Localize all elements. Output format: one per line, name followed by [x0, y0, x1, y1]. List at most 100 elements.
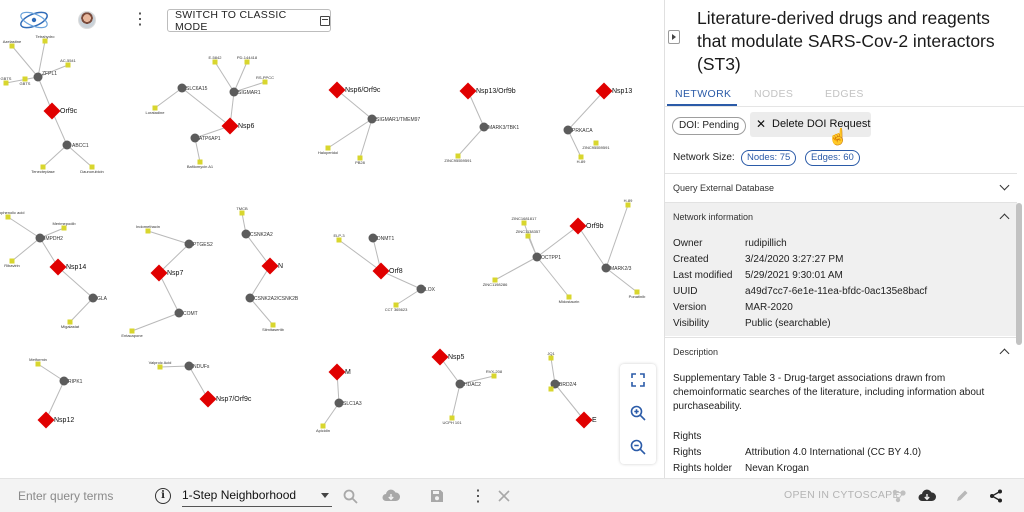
target-node[interactable] [569, 217, 587, 235]
drug-node[interactable] [548, 386, 554, 392]
graph-edge[interactable] [154, 87, 183, 109]
graph-edge[interactable] [336, 89, 373, 120]
target-node[interactable] [431, 348, 449, 366]
drug-node-label: Mycophenolic acid [0, 210, 24, 215]
target-node[interactable] [459, 82, 477, 100]
protein-node-label: CSNK2A2 [250, 232, 273, 238]
drug-node[interactable] [35, 361, 41, 367]
drug-node[interactable] [61, 225, 67, 231]
fit-screen-icon[interactable] [628, 370, 648, 390]
network-canvas[interactable]: Azelastine Tetrahydro AC-5541 GBTS ZFPL1 Orf9… [0, 0, 664, 478]
drug-node[interactable] [3, 80, 9, 86]
drug-node[interactable] [336, 237, 342, 243]
target-node[interactable] [328, 363, 346, 381]
cytoscape-icon[interactable] [890, 487, 908, 505]
description-header[interactable]: Description [665, 337, 1017, 365]
tab-edges[interactable]: EDGES [825, 88, 864, 100]
graph-edge[interactable] [451, 383, 461, 419]
graph-edge[interactable] [233, 61, 248, 93]
query-external-database-header[interactable]: Query External Database [665, 173, 1017, 201]
graph-edge[interactable] [554, 383, 585, 421]
target-node[interactable] [328, 81, 346, 99]
protein-node[interactable] [62, 140, 72, 150]
target-node[interactable] [37, 411, 55, 429]
graph-edge[interactable] [536, 225, 579, 258]
share-icon[interactable] [987, 487, 1005, 505]
graph-edge[interactable] [42, 144, 68, 168]
graph-edge[interactable] [45, 380, 65, 421]
drug-node[interactable] [65, 62, 71, 68]
tab-network[interactable]: NETWORK [675, 88, 731, 100]
drug-node[interactable] [145, 228, 151, 234]
target-node[interactable] [372, 262, 390, 280]
graph-edge[interactable] [158, 272, 180, 314]
cloud-download-icon[interactable] [918, 487, 936, 505]
cloud-download-icon[interactable] [382, 487, 400, 505]
target-node[interactable] [43, 102, 61, 120]
graph-edge[interactable] [457, 126, 485, 157]
neighborhood-select[interactable]: 1-Step Neighborhood [182, 485, 332, 507]
drug-node-label: Midostaurin [559, 299, 580, 304]
target-node[interactable] [49, 258, 67, 276]
graph-edge[interactable] [536, 256, 570, 298]
delete-doi-request-button[interactable]: ✕ Delete DOI Request [750, 112, 871, 137]
graph-edge[interactable] [249, 297, 274, 326]
more-vert-icon[interactable]: ⋮ [469, 487, 487, 505]
more-vert-icon[interactable]: ⋮ [132, 10, 148, 30]
nodes-count-chip[interactable]: Nodes: 75 [741, 150, 797, 166]
network-graph[interactable]: AzelastineTetrahydroAC-5541GBTSZFPL1Orf9… [0, 0, 664, 478]
graph-edge[interactable] [7, 216, 41, 239]
protein-node-label: DNMT1 [377, 236, 394, 242]
drug-node[interactable] [9, 43, 15, 49]
target-node[interactable] [199, 390, 217, 408]
graph-edge[interactable] [57, 266, 94, 299]
graph-edge[interactable] [577, 225, 607, 269]
network-information-header[interactable]: Network information [665, 202, 1017, 230]
graph-edge[interactable] [327, 118, 373, 149]
zoom-out-icon[interactable] [628, 437, 648, 457]
edges-count-chip[interactable]: Edges: 60 [805, 150, 860, 166]
graph-edge[interactable] [158, 243, 190, 274]
query-input[interactable] [18, 486, 142, 506]
target-node[interactable] [575, 411, 593, 429]
edit-icon[interactable] [953, 487, 971, 505]
graph-edge[interactable] [37, 363, 65, 382]
collapse-panel-button[interactable] [668, 30, 680, 44]
target-node-label: Orf9c [60, 108, 78, 115]
open-in-cytoscape-button[interactable]: OPEN IN CYTOSCAPE [784, 489, 900, 501]
graph-edge[interactable] [11, 237, 41, 262]
drug-node[interactable] [625, 202, 631, 208]
close-icon[interactable] [495, 487, 513, 505]
graph-edge[interactable] [69, 297, 94, 323]
save-icon[interactable] [428, 487, 446, 505]
drug-node[interactable] [157, 364, 163, 370]
target-node[interactable] [221, 117, 239, 135]
ndex-logo-icon[interactable] [14, 8, 54, 32]
graph-edge[interactable] [147, 230, 190, 245]
graph-edge[interactable] [567, 90, 605, 131]
graph-edge[interactable] [605, 204, 629, 269]
zoom-in-icon[interactable] [628, 403, 648, 423]
search-icon[interactable] [341, 487, 359, 505]
graph-edge[interactable] [131, 312, 180, 332]
graph-edge[interactable] [494, 256, 538, 281]
drug-node[interactable] [212, 59, 218, 65]
drug-node[interactable] [244, 59, 250, 65]
target-node[interactable] [261, 257, 279, 275]
user-avatar[interactable] [78, 11, 96, 29]
graph-edge[interactable] [359, 118, 373, 159]
info-icon[interactable]: i [155, 488, 171, 504]
drug-node[interactable] [525, 233, 531, 239]
drug-node[interactable] [491, 373, 497, 379]
graph-edge[interactable] [214, 61, 235, 93]
graph-edge[interactable] [11, 45, 39, 78]
drug-node[interactable] [521, 220, 527, 226]
drug-node[interactable] [239, 210, 245, 216]
graph-edge[interactable] [181, 87, 231, 127]
tab-nodes[interactable]: NODES [754, 88, 793, 100]
switch-classic-mode-button[interactable]: SWITCH TO CLASSIC MODE [167, 9, 331, 33]
drug-node[interactable] [548, 355, 554, 361]
panel-scrollbar[interactable] [1016, 203, 1022, 345]
drug-node[interactable] [5, 214, 11, 220]
drug-node[interactable] [262, 79, 268, 85]
